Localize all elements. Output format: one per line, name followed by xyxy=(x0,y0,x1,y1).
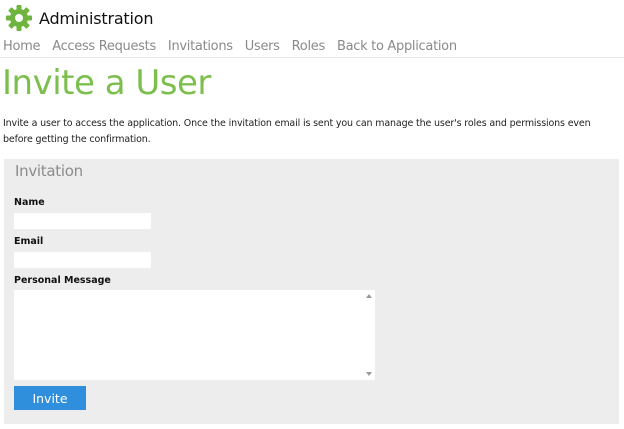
nav-item-access-requests[interactable]: Access Requests xyxy=(52,39,156,54)
nav-item-home[interactable]: Home xyxy=(3,39,41,54)
scroll-up-arrow-icon[interactable] xyxy=(366,294,372,298)
nav-item-users[interactable]: Users xyxy=(245,39,280,54)
email-field[interactable] xyxy=(14,252,151,268)
gear-icon xyxy=(6,5,32,31)
scroll-down-arrow-icon[interactable] xyxy=(366,372,372,376)
app-title: Administration xyxy=(39,8,154,28)
name-field[interactable] xyxy=(14,213,151,229)
nav-item-back-to-application[interactable]: Back to Application xyxy=(337,39,457,54)
nav-item-roles[interactable]: Roles xyxy=(292,39,326,54)
nav-divider xyxy=(0,57,624,58)
main-nav: Home Access Requests Invitations Users R… xyxy=(3,39,469,54)
email-label: Email xyxy=(14,236,44,247)
invite-button[interactable]: Invite xyxy=(14,386,86,410)
page-description: Invite a user to access the application.… xyxy=(3,118,591,145)
personal-message-field[interactable] xyxy=(14,290,375,380)
invitation-form-panel: Invitation Name Email Personal Message I… xyxy=(4,159,619,424)
nav-item-invitations[interactable]: Invitations xyxy=(168,39,233,54)
personal-message-label: Personal Message xyxy=(14,275,111,286)
page-title: Invite a User xyxy=(2,63,211,103)
app-header: Administration xyxy=(5,3,153,33)
message-scrollbar[interactable] xyxy=(364,290,375,380)
panel-title: Invitation xyxy=(15,162,83,180)
name-label: Name xyxy=(14,197,45,208)
